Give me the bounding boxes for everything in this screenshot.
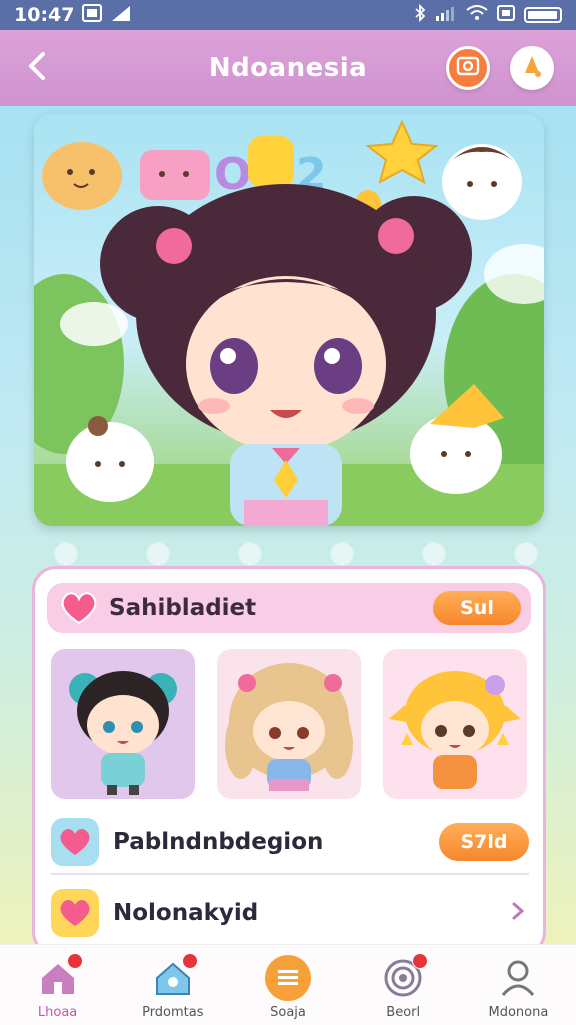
list-item[interactable]: Pablndnbdegion S7ld: [51, 811, 529, 875]
hero-illustration: O 2: [34, 114, 544, 526]
chevron-right-icon[interactable]: [511, 898, 525, 928]
house-icon: [150, 953, 198, 1001]
home-icon: [35, 953, 83, 1001]
heart-icon: [51, 818, 99, 866]
nav-item-target[interactable]: Beorl: [346, 945, 461, 1025]
data-icon: [497, 5, 515, 25]
chibi-girl-yellow-hair: [389, 671, 521, 789]
list-item-label: Nolonakyid: [113, 900, 259, 926]
wifi-icon: [466, 5, 488, 25]
nav-item-products[interactable]: Prdomtas: [115, 945, 230, 1025]
status-bar: 10:47: [0, 0, 576, 30]
notification-badge: [66, 953, 83, 969]
bell-icon: [519, 53, 545, 83]
hero-image: O 2: [34, 119, 544, 526]
gallery-icon: [82, 4, 103, 26]
nav-label: Lhoaa: [37, 1005, 78, 1020]
character-tile-2[interactable]: [217, 649, 361, 799]
list-item-label: Pablndnbdegion: [113, 829, 324, 855]
nav-label: Beorl: [386, 1005, 421, 1020]
app-header: Ndoanesia: [0, 30, 576, 106]
bluetooth-icon: [414, 3, 426, 26]
chibi-boy-teal-buns: [69, 671, 177, 795]
photo-button[interactable]: [446, 46, 490, 90]
list-icon: [265, 955, 311, 1001]
nav-label: Soaja: [270, 1005, 306, 1020]
section-action-button[interactable]: Sul: [433, 591, 521, 625]
list-item[interactable]: Nolonakyid: [51, 885, 529, 941]
target-icon: [380, 953, 429, 1001]
chibi-girl-blonde-curls: [225, 663, 353, 791]
battery-icon: [524, 7, 562, 23]
bottom-nav: Lhoaa Prdomtas Soaja Beorl Mdonona: [0, 944, 576, 1025]
cell-signal-icon: [435, 5, 457, 25]
photo-icon: [456, 55, 480, 81]
nav-item-home[interactable]: Lhoaa: [0, 945, 115, 1025]
content-card: Sahibladiet Sul Pablndnbdegion S7ld Nolo…: [32, 566, 546, 956]
notification-badge: [181, 953, 198, 969]
section-title: Sahibladiet: [109, 595, 257, 621]
character-tile-3[interactable]: [383, 649, 527, 799]
heart-icon: [51, 889, 99, 937]
heart-icon: [59, 588, 99, 628]
section-header: Sahibladiet Sul: [47, 583, 531, 633]
nav-label: Mdonona: [488, 1005, 549, 1020]
list-item-button[interactable]: S7ld: [439, 823, 529, 861]
chevron-left-icon[interactable]: [18, 48, 58, 88]
nav-item-profile[interactable]: Mdonona: [461, 945, 576, 1025]
nav-label: Prdomtas: [142, 1005, 204, 1020]
character-tile-1[interactable]: [51, 649, 195, 799]
user-icon: [495, 955, 541, 1001]
status-time: 10:47: [14, 4, 75, 26]
notification-badge: [412, 953, 429, 969]
signal-icon: [110, 4, 132, 26]
nav-item-list[interactable]: Soaja: [230, 945, 345, 1025]
notification-button[interactable]: [510, 46, 554, 90]
